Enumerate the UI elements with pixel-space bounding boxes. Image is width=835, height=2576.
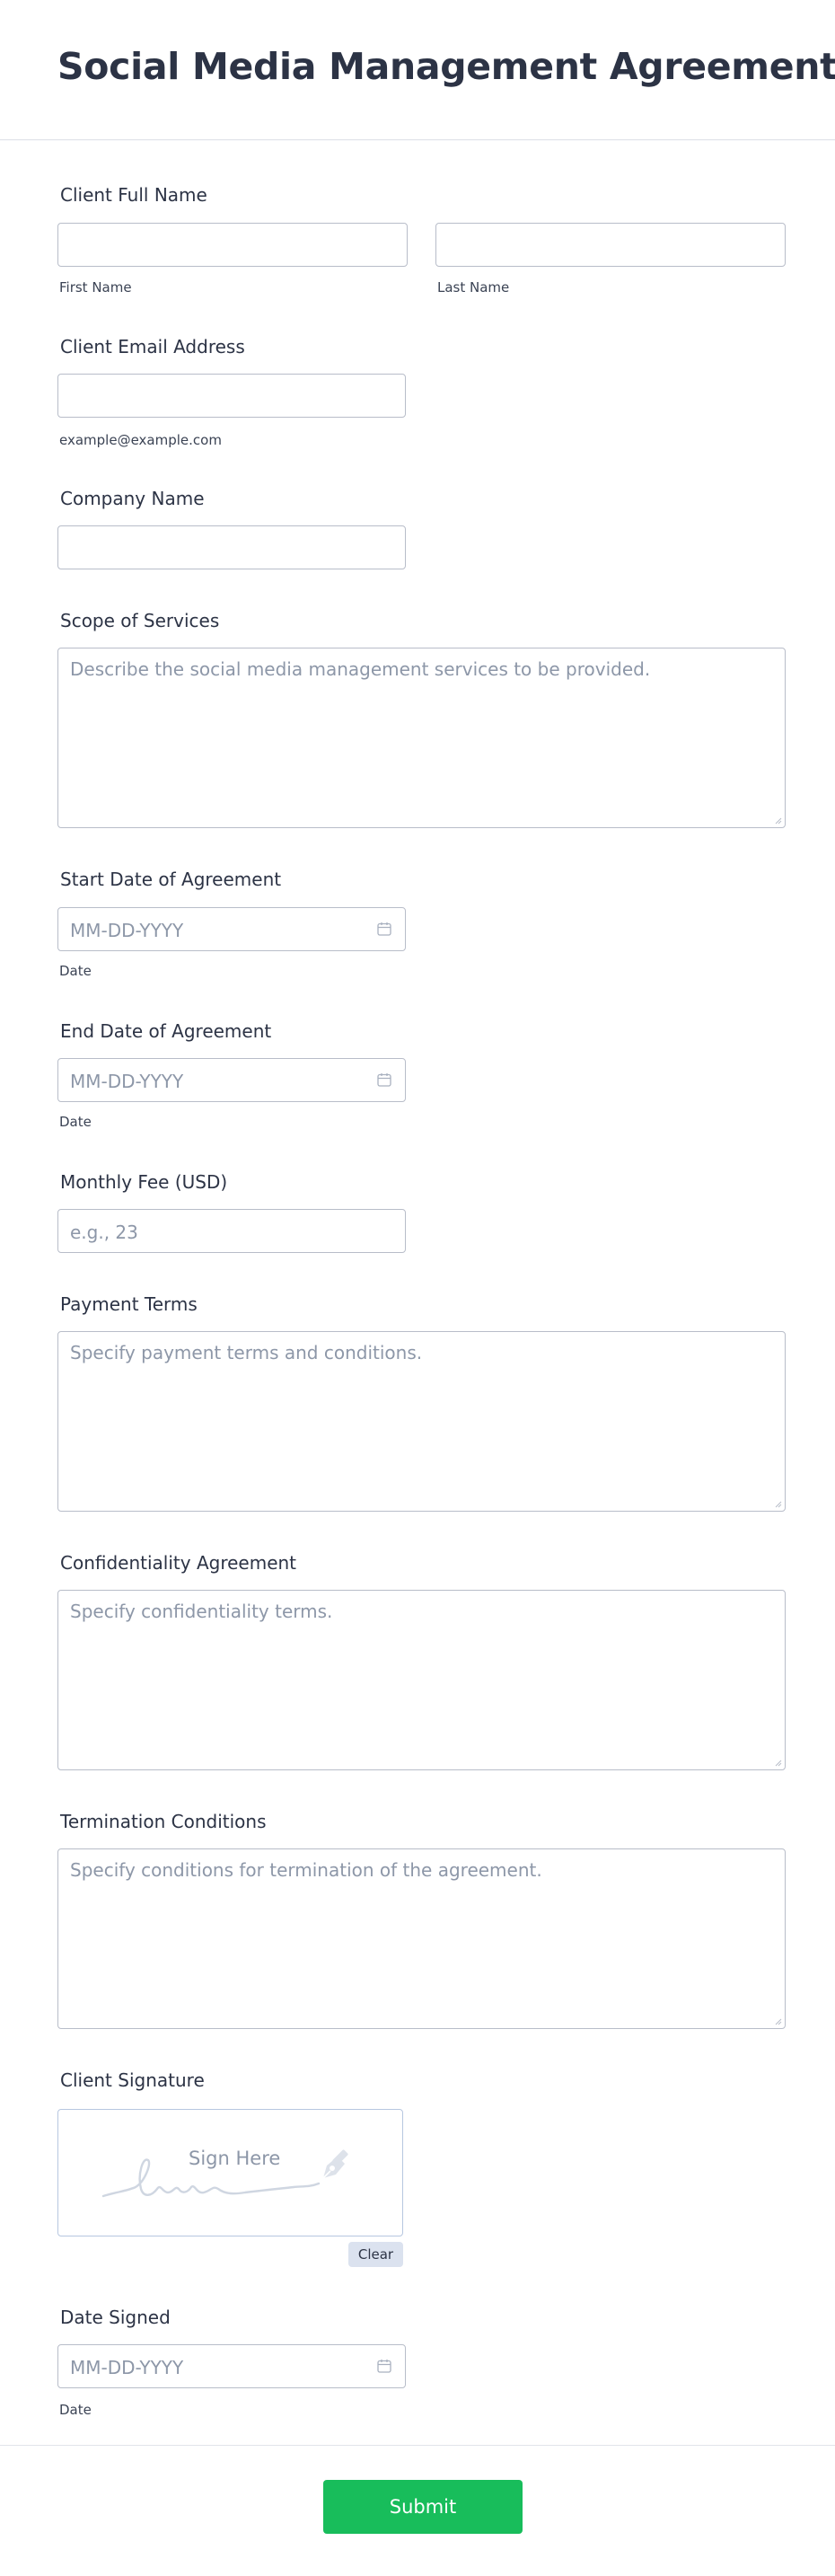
end-date-input[interactable]: MM-DD-YYYY: [57, 1058, 406, 1102]
payment-terms-label: Payment Terms: [60, 1293, 198, 1315]
form-header: Social Media Management Agreement: [0, 0, 835, 140]
company-name-input[interactable]: [57, 525, 406, 569]
client-email-label: Client Email Address: [60, 336, 245, 357]
date-signed-placeholder: MM-DD-YYYY: [70, 2357, 184, 2378]
resize-grip-icon[interactable]: [773, 1499, 782, 1508]
client-email-input[interactable]: [57, 374, 406, 418]
clear-signature-button[interactable]: Clear: [348, 2242, 403, 2267]
end-date-placeholder: MM-DD-YYYY: [70, 1071, 184, 1092]
end-date-label: End Date of Agreement: [60, 1020, 272, 1042]
date-signed-input[interactable]: MM-DD-YYYY: [57, 2344, 406, 2388]
termination-placeholder: Specify conditions for termination of th…: [70, 1859, 542, 1881]
first-name-input[interactable]: [57, 223, 408, 267]
start-date-input[interactable]: MM-DD-YYYY: [57, 907, 406, 951]
resize-grip-icon[interactable]: [773, 816, 782, 825]
resize-grip-icon[interactable]: [773, 2016, 782, 2025]
form-footer: Submit: [0, 2446, 835, 2576]
calendar-icon[interactable]: [376, 1072, 392, 1088]
date-signed-label: Date Signed: [60, 2307, 171, 2328]
scope-of-services-placeholder: Describe the social media management ser…: [70, 658, 651, 680]
pen-nib-icon: [322, 2149, 348, 2179]
termination-textarea[interactable]: Specify conditions for termination of th…: [57, 1848, 786, 2029]
last-name-sublabel: Last Name: [437, 279, 510, 296]
client-full-name-label: Client Full Name: [60, 184, 207, 206]
sign-here-prompt: Sign Here: [189, 2148, 281, 2169]
payment-terms-placeholder: Specify payment terms and conditions.: [70, 1342, 423, 1363]
date-signed-sublabel: Date: [59, 2402, 92, 2418]
signature-pad[interactable]: Sign Here: [57, 2109, 403, 2236]
termination-label: Termination Conditions: [60, 1811, 267, 1832]
scope-of-services-textarea[interactable]: Describe the social media management ser…: [57, 648, 786, 828]
payment-terms-textarea[interactable]: Specify payment terms and conditions.: [57, 1331, 786, 1512]
client-signature-label: Client Signature: [60, 2069, 205, 2091]
confidentiality-placeholder: Specify confidentiality terms.: [70, 1601, 333, 1622]
monthly-fee-placeholder: e.g., 23: [70, 1222, 138, 1243]
monthly-fee-label: Monthly Fee (USD): [60, 1171, 228, 1193]
form-title: Social Media Management Agreement: [57, 45, 835, 88]
company-name-label: Company Name: [60, 488, 205, 509]
start-date-placeholder: MM-DD-YYYY: [70, 920, 184, 941]
last-name-input[interactable]: [435, 223, 786, 267]
scope-of-services-label: Scope of Services: [60, 610, 220, 631]
submit-button[interactable]: Submit: [323, 2480, 523, 2534]
first-name-sublabel: First Name: [59, 279, 132, 296]
calendar-icon[interactable]: [376, 921, 392, 937]
client-email-sublabel: example@example.com: [59, 432, 222, 448]
confidentiality-label: Confidentiality Agreement: [60, 1552, 297, 1574]
calendar-icon[interactable]: [376, 2358, 392, 2374]
resize-grip-icon[interactable]: [773, 1758, 782, 1767]
monthly-fee-input[interactable]: e.g., 23: [57, 1209, 406, 1253]
start-date-sublabel: Date: [59, 963, 92, 979]
start-date-label: Start Date of Agreement: [60, 869, 282, 890]
confidentiality-textarea[interactable]: Specify confidentiality terms.: [57, 1590, 786, 1770]
end-date-sublabel: Date: [59, 1114, 92, 1130]
